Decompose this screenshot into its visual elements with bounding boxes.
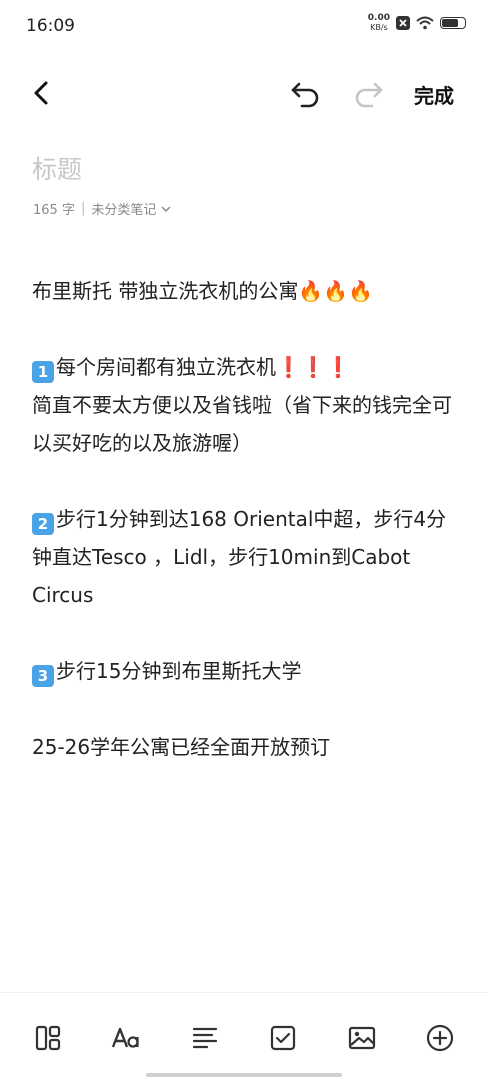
status-time: 16:09 xyxy=(26,16,75,36)
undo-icon xyxy=(291,82,319,108)
char-count: 165 字 xyxy=(33,203,75,218)
status-bar: 16:09 0.00 KB/s xyxy=(0,0,488,52)
image-button[interactable] xyxy=(347,1023,377,1053)
folder-selector[interactable]: 未分类笔记 xyxy=(91,199,173,218)
note-line-point-2: 2 步行1分钟到达168 Oriental中超，步行4分钟直达Tesco ，Lid… xyxy=(32,500,462,614)
chevron-down-icon xyxy=(161,205,171,212)
text-format-icon xyxy=(111,1027,139,1048)
layout-button[interactable] xyxy=(33,1023,63,1053)
bottom-toolbar xyxy=(0,992,488,1081)
note-line-point-1: 1 每个房间都有独立洗衣机❗❗❗ xyxy=(32,348,462,386)
sim-off-icon xyxy=(396,16,410,30)
editor-toolbar: 完成 xyxy=(0,70,488,116)
keycap-3-icon: 3 xyxy=(32,665,54,687)
note-line-point-1-detail: 简直不要太方便以及省钱啦（省下来的钱完全可以买好吃的以及旅游喔） xyxy=(32,393,452,455)
redo-button[interactable] xyxy=(352,78,384,108)
home-indicator[interactable] xyxy=(146,1073,342,1077)
image-icon xyxy=(348,1026,376,1050)
note-body[interactable]: 布里斯托 带独立洗衣机的公寓🔥🔥🔥 1 每个房间都有独立洗衣机❗❗❗ 简直不要太方… xyxy=(32,272,462,766)
point-3-text: 步行15分钟到布里斯托大学 xyxy=(56,659,302,683)
checklist-icon xyxy=(270,1025,296,1051)
network-speed-value: 0.00 xyxy=(367,13,390,23)
network-speed: 0.00 KB/s xyxy=(367,13,390,33)
redo-icon xyxy=(355,82,383,108)
note-line-booking: 25-26学年公寓已经全面开放预订 xyxy=(32,735,331,759)
paragraph-button[interactable] xyxy=(190,1023,220,1053)
meta-divider: | xyxy=(80,201,86,216)
undo-button[interactable] xyxy=(290,78,322,108)
point-1-text: 每个房间都有独立洗衣机❗❗❗ xyxy=(56,355,351,379)
add-button[interactable] xyxy=(425,1023,455,1053)
back-button[interactable] xyxy=(28,78,56,108)
chevron-left-icon xyxy=(34,81,48,105)
note-meta: 165 字 | 未分类笔记 xyxy=(33,199,173,218)
keycap-2-icon: 2 xyxy=(32,513,54,535)
checklist-button[interactable] xyxy=(268,1023,298,1053)
note-line-headline: 布里斯托 带独立洗衣机的公寓🔥🔥🔥 xyxy=(32,279,374,303)
wifi-icon xyxy=(416,16,434,30)
text-format-button[interactable] xyxy=(111,1023,141,1053)
layout-icon xyxy=(35,1025,61,1051)
folder-label: 未分类笔记 xyxy=(91,203,157,218)
network-speed-unit: KB/s xyxy=(370,23,388,32)
point-2-text: 步行1分钟到达168 Oriental中超，步行4分钟直达Tesco ，Lidl… xyxy=(32,507,447,607)
battery-icon xyxy=(440,17,466,29)
add-icon xyxy=(426,1024,454,1052)
keycap-1-icon: 1 xyxy=(32,361,54,383)
paragraph-icon xyxy=(192,1027,218,1049)
title-input[interactable]: 标题 xyxy=(32,150,82,186)
status-icons: 0.00 KB/s xyxy=(368,14,466,32)
note-line-point-3: 3 步行15分钟到布里斯托大学 xyxy=(32,652,462,690)
done-button[interactable]: 完成 xyxy=(414,80,454,109)
